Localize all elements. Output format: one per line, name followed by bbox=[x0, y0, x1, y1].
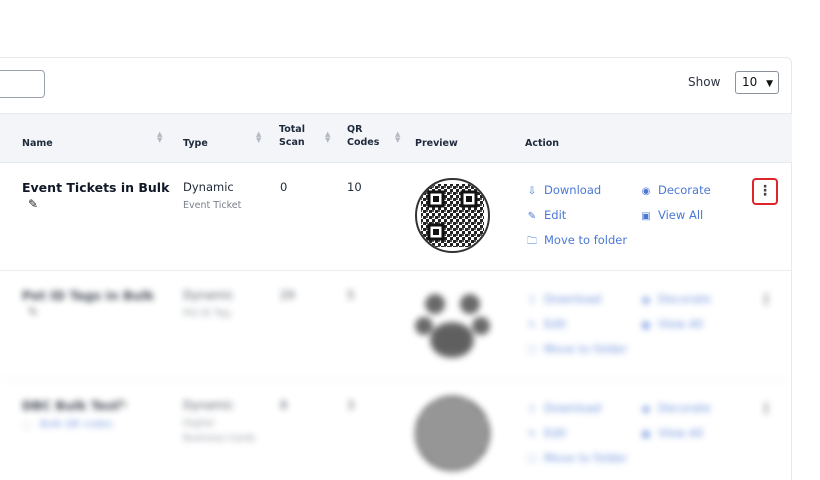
folder-icon: 🗀 bbox=[22, 422, 32, 432]
sort-icon[interactable]: ▲ ▼ bbox=[325, 131, 330, 144]
download-button[interactable]: ⇩ Download bbox=[525, 401, 601, 415]
row-subtype: Digital bbox=[183, 418, 214, 429]
folder-icon: 🗀 bbox=[527, 345, 537, 356]
chevron-down-icon: ▼ bbox=[766, 79, 773, 89]
edit-button[interactable]: ✎ Edit bbox=[525, 426, 566, 440]
show-label: Show bbox=[688, 75, 721, 89]
more-options-icon[interactable]: ⋮ bbox=[756, 288, 776, 312]
table-header: Name ▲ ▼ Type ▲ ▼ Total Scan ▲ ▼ QR Codes ▲… bbox=[0, 113, 792, 163]
palette-icon: ◉ bbox=[641, 295, 651, 306]
edit-button[interactable]: ✎ Edit bbox=[525, 317, 566, 331]
more-options-icon[interactable]: ⋮ bbox=[756, 397, 776, 421]
download-button[interactable]: ⇩ Download bbox=[525, 183, 601, 197]
page-size-value: 10 bbox=[742, 75, 758, 89]
download-icon: ⇩ bbox=[527, 186, 537, 197]
table-row: DBC Bulk Test ✎ 🗀 Bulk QR codes Dynamic … bbox=[0, 380, 792, 480]
move-to-folder-button[interactable]: 🗀 Move to folder bbox=[525, 233, 627, 251]
folder-icon: 🗀 bbox=[527, 454, 537, 465]
row-type: Dynamic bbox=[183, 398, 234, 412]
more-options-icon[interactable]: ⋮ bbox=[752, 178, 778, 205]
decorate-button[interactable]: ◉ Decorate bbox=[639, 292, 711, 306]
pencil-icon[interactable]: ✎ bbox=[28, 197, 38, 211]
download-icon: ⇩ bbox=[527, 404, 537, 415]
move-to-folder-button[interactable]: 🗀 Move to folder bbox=[525, 342, 627, 360]
decorate-button[interactable]: ◉ Decorate bbox=[639, 401, 711, 415]
sort-icon[interactable]: ▲ ▼ bbox=[256, 131, 261, 144]
sort-icon[interactable]: ▲ ▼ bbox=[395, 131, 400, 144]
row-name: Event Tickets in Bulk bbox=[22, 180, 170, 195]
image-icon: ▣ bbox=[641, 211, 651, 222]
view-all-button[interactable]: ▣ View All bbox=[639, 208, 703, 222]
qr-preview[interactable] bbox=[415, 288, 490, 363]
palette-icon: ◉ bbox=[641, 186, 651, 197]
decorate-button[interactable]: ◉ Decorate bbox=[639, 183, 711, 197]
pencil-icon[interactable]: ✎ bbox=[118, 397, 128, 411]
edit-button[interactable]: ✎ Edit bbox=[525, 208, 566, 222]
view-all-button[interactable]: ▣ View All bbox=[639, 317, 703, 331]
page-size-select[interactable]: 10 ▼ bbox=[735, 71, 779, 94]
move-to-folder-button[interactable]: 🗀 Move to folder bbox=[525, 451, 627, 469]
download-button[interactable]: ⇩ Download bbox=[525, 292, 601, 306]
folder-link[interactable]: Bulk QR codes bbox=[40, 419, 112, 430]
pencil-icon: ✎ bbox=[527, 429, 537, 440]
view-all-button[interactable]: ▣ View All bbox=[639, 426, 703, 440]
header-preview: Preview bbox=[415, 138, 458, 149]
qr-preview[interactable] bbox=[415, 396, 490, 471]
pencil-icon: ✎ bbox=[527, 211, 537, 222]
row-subtype: Pet ID Tag bbox=[183, 308, 231, 319]
row-name: DBC Bulk Test bbox=[22, 398, 120, 413]
row-total-scan: 8 bbox=[280, 398, 288, 412]
row-total-scan: 0 bbox=[280, 180, 288, 194]
row-name: Pet ID Tags in Bulk bbox=[22, 288, 154, 303]
row-total-scan: 29 bbox=[280, 288, 295, 302]
sort-icon[interactable]: ▲ ▼ bbox=[157, 131, 162, 144]
image-icon: ▣ bbox=[641, 320, 651, 331]
header-name[interactable]: Name bbox=[22, 137, 53, 150]
folder-icon: 🗀 bbox=[527, 236, 537, 247]
table-row: Event Tickets in Bulk ✎ Dynamic Event Ti… bbox=[0, 163, 792, 271]
header-action: Action bbox=[525, 138, 560, 149]
table-row: Pet ID Tags in Bulk ✎ Dynamic Pet ID Tag… bbox=[0, 271, 792, 380]
row-type: Dynamic bbox=[183, 288, 234, 302]
image-icon: ▣ bbox=[641, 429, 651, 440]
row-subtype: Business Cards bbox=[183, 433, 256, 444]
pencil-icon[interactable]: ✎ bbox=[28, 305, 38, 319]
search-input[interactable] bbox=[0, 70, 45, 98]
qr-preview[interactable] bbox=[415, 178, 490, 253]
row-subtype: Event Ticket bbox=[183, 200, 242, 211]
palette-icon: ◉ bbox=[641, 404, 651, 415]
row-qr-codes: 10 bbox=[347, 180, 362, 194]
header-qr-codes[interactable]: QR Codes bbox=[347, 123, 379, 149]
pencil-icon: ✎ bbox=[527, 320, 537, 331]
header-total-scan[interactable]: Total Scan bbox=[279, 123, 305, 149]
row-type: Dynamic bbox=[183, 180, 234, 194]
row-qr-codes: 5 bbox=[347, 288, 355, 302]
row-qr-codes: 3 bbox=[347, 398, 355, 412]
header-type[interactable]: Type bbox=[183, 137, 208, 150]
download-icon: ⇩ bbox=[527, 295, 537, 306]
